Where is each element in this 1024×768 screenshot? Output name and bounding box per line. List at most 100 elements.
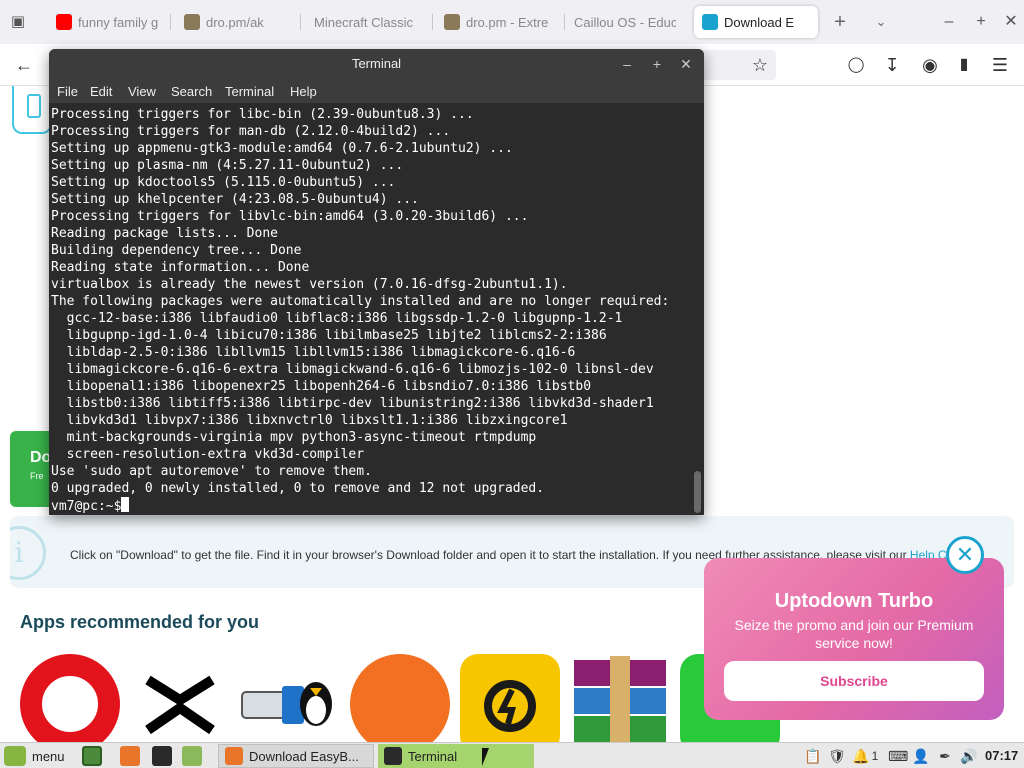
- pocket-icon[interactable]: ◯: [844, 53, 868, 77]
- terminal-line: Processing triggers for man-db (2.12.0-4…: [51, 124, 451, 139]
- terminal-line: libvkd3d1 libvpx7:i386 libxnvctrl0 libxs…: [51, 413, 568, 428]
- bookmark-star-icon[interactable]: ☆: [748, 53, 772, 77]
- menu-terminal[interactable]: Terminal: [225, 84, 274, 99]
- browser-tab[interactable]: Minecraft Classic: [306, 6, 432, 38]
- user-icon[interactable]: 👤: [912, 747, 930, 765]
- info-icon: i: [10, 526, 46, 580]
- clock: 07:17: [985, 748, 1019, 763]
- mouse-pointer-icon: [482, 748, 489, 766]
- scrollbar-thumb[interactable]: [694, 471, 701, 513]
- terminal-line: 0 upgraded, 0 newly installed, 0 to remo…: [51, 481, 545, 496]
- terminal-menu-bar: File Edit View Search Terminal Help: [49, 79, 704, 103]
- capcut-icon[interactable]: [140, 652, 244, 742]
- hamburger-menu-icon[interactable]: ☰: [988, 53, 1012, 77]
- apps-recommended-heading: Apps recommended for you: [20, 612, 260, 632]
- browser-tab[interactable]: Caillou OS - Educ: [566, 6, 684, 38]
- terminal-title-bar[interactable]: Terminal – + ✕: [49, 49, 704, 79]
- page-favicon-icon: [444, 14, 460, 30]
- pen-icon[interactable]: ✒: [936, 747, 954, 765]
- firefox-icon[interactable]: [120, 746, 140, 766]
- taskbar-item-label: Download EasyB...: [249, 748, 359, 764]
- notification-count: 1: [871, 749, 879, 763]
- maximize-icon[interactable]: +: [647, 54, 667, 74]
- terminal-prompt-line: vm7@pc:~$: [51, 497, 692, 514]
- tab-divider: [432, 14, 433, 30]
- extensions-icon[interactable]: ▮: [952, 53, 976, 77]
- terminal-line: Setting up plasma-nm (4:5.27.11-0ubuntu2…: [51, 158, 404, 173]
- firefox-icon: [225, 747, 243, 765]
- menu-file[interactable]: File: [57, 84, 78, 99]
- browser-tab[interactable]: funny family g: [48, 6, 168, 38]
- tab-menu-button[interactable]: ⌄: [870, 11, 892, 33]
- volume-icon[interactable]: 🔊: [960, 747, 978, 765]
- notifications-icon[interactable]: 🔔: [852, 747, 869, 765]
- tab-divider: [170, 14, 171, 30]
- start-menu-button[interactable]: menu: [4, 745, 65, 767]
- terminal-line: Building dependency tree... Done: [51, 243, 302, 258]
- terminal-line: libldap-2.5-0:i386 libllvm15 libllvm15:i…: [51, 345, 576, 360]
- terminal-window: Terminal – + ✕ File Edit View Search Ter…: [49, 49, 704, 515]
- keyboard-icon[interactable]: ⌨: [888, 747, 908, 765]
- close-icon[interactable]: ✕: [946, 536, 984, 574]
- youtube-favicon-icon: [56, 14, 72, 30]
- browser-tab[interactable]: dro.pm/ak: [176, 6, 296, 38]
- menu-search[interactable]: Search: [171, 84, 212, 99]
- terminal-line: Use 'sudo apt autoremove' to remove them…: [51, 464, 372, 479]
- terminal-icon: [384, 747, 402, 765]
- terminal-title: Terminal: [351, 56, 402, 71]
- terminal-line: libmagickcore-6.q16-6-extra libmagickwan…: [51, 362, 654, 377]
- taskbar-item-browser[interactable]: Download EasyB...: [218, 744, 374, 768]
- clipboard-icon[interactable]: 📋: [804, 747, 822, 765]
- terminal-icon[interactable]: [152, 746, 172, 766]
- browser-tab-bar: ▣ funny family g dro.pm/ak Minecraft Cla…: [0, 0, 1024, 44]
- uptodown-favicon-icon: [702, 14, 718, 30]
- terminal-line: Setting up appmenu-gtk3-module:amd64 (0.…: [51, 141, 513, 156]
- minimize-icon[interactable]: –: [617, 54, 637, 74]
- opera-icon[interactable]: [18, 652, 122, 742]
- terminal-line: libstb0:i386 libtiff5:i386 libtirpc-dev …: [51, 396, 654, 411]
- terminal-output[interactable]: Processing triggers for libc-bin (2.39-0…: [49, 103, 692, 515]
- subscribe-button[interactable]: Subscribe: [724, 661, 984, 701]
- winrar-icon[interactable]: [572, 652, 676, 742]
- files-icon[interactable]: [182, 746, 202, 766]
- terminal-line: Processing triggers for libc-bin (2.39-0…: [51, 107, 474, 122]
- page-favicon-icon: [184, 14, 200, 30]
- close-icon[interactable]: ✕: [676, 54, 696, 74]
- window-close-button[interactable]: ✕: [1000, 11, 1022, 33]
- terminal-line: libopenal1:i386 libopenexr25 libopenh264…: [51, 379, 592, 394]
- promo-subtitle: Seize the promo and join our Premium ser…: [734, 617, 974, 651]
- terminal-line: virtualbox is already the newest version…: [51, 277, 568, 292]
- terminal-scrollbar[interactable]: [692, 103, 704, 515]
- menu-view[interactable]: View: [128, 84, 156, 99]
- usb-tux-icon[interactable]: [236, 652, 340, 742]
- mint-logo-icon: [4, 746, 26, 766]
- phone-card: [12, 86, 52, 134]
- ldplayer-icon[interactable]: [460, 652, 564, 742]
- phone-icon: [27, 94, 41, 118]
- tab-list-icon[interactable]: ▣: [8, 12, 28, 32]
- terminal-line: screen-resolution-extra vkd3d-compiler: [51, 447, 365, 462]
- account-icon[interactable]: ◉: [918, 53, 942, 77]
- menu-edit[interactable]: Edit: [90, 84, 112, 99]
- back-arrow-icon[interactable]: ←: [12, 53, 36, 77]
- start-menu-label: menu: [32, 748, 65, 764]
- browser-tab-active[interactable]: Download E: [694, 6, 818, 38]
- shield-icon[interactable]: 🛡: [828, 747, 846, 765]
- taskbar-item-label: Terminal: [408, 748, 458, 764]
- tab-divider: [300, 14, 301, 30]
- taskbar-item-terminal[interactable]: Terminal: [378, 744, 534, 768]
- avast-icon[interactable]: [348, 652, 452, 742]
- show-desktop-icon[interactable]: [82, 746, 102, 766]
- window-minimize-button[interactable]: –: [938, 11, 960, 33]
- terminal-line: gcc-12-base:i386 libfaudio0 libflac8:i38…: [51, 311, 623, 326]
- terminal-cursor: [121, 497, 130, 512]
- promo-popup: Uptodown Turbo Seize the promo and join …: [704, 558, 1004, 720]
- terminal-line: libgupnp-igd-1.0-4 libicu70:i386 libilmb…: [51, 328, 607, 343]
- download-icon[interactable]: ↧: [880, 53, 904, 77]
- browser-tab[interactable]: dro.pm - Extre: [436, 6, 564, 38]
- window-maximize-button[interactable]: +: [970, 11, 992, 33]
- promo-title: Uptodown Turbo: [774, 590, 934, 612]
- new-tab-button[interactable]: +: [829, 11, 851, 33]
- menu-help[interactable]: Help: [290, 84, 317, 99]
- terminal-line: mint-backgrounds-virginia mpv python3-as…: [51, 430, 537, 445]
